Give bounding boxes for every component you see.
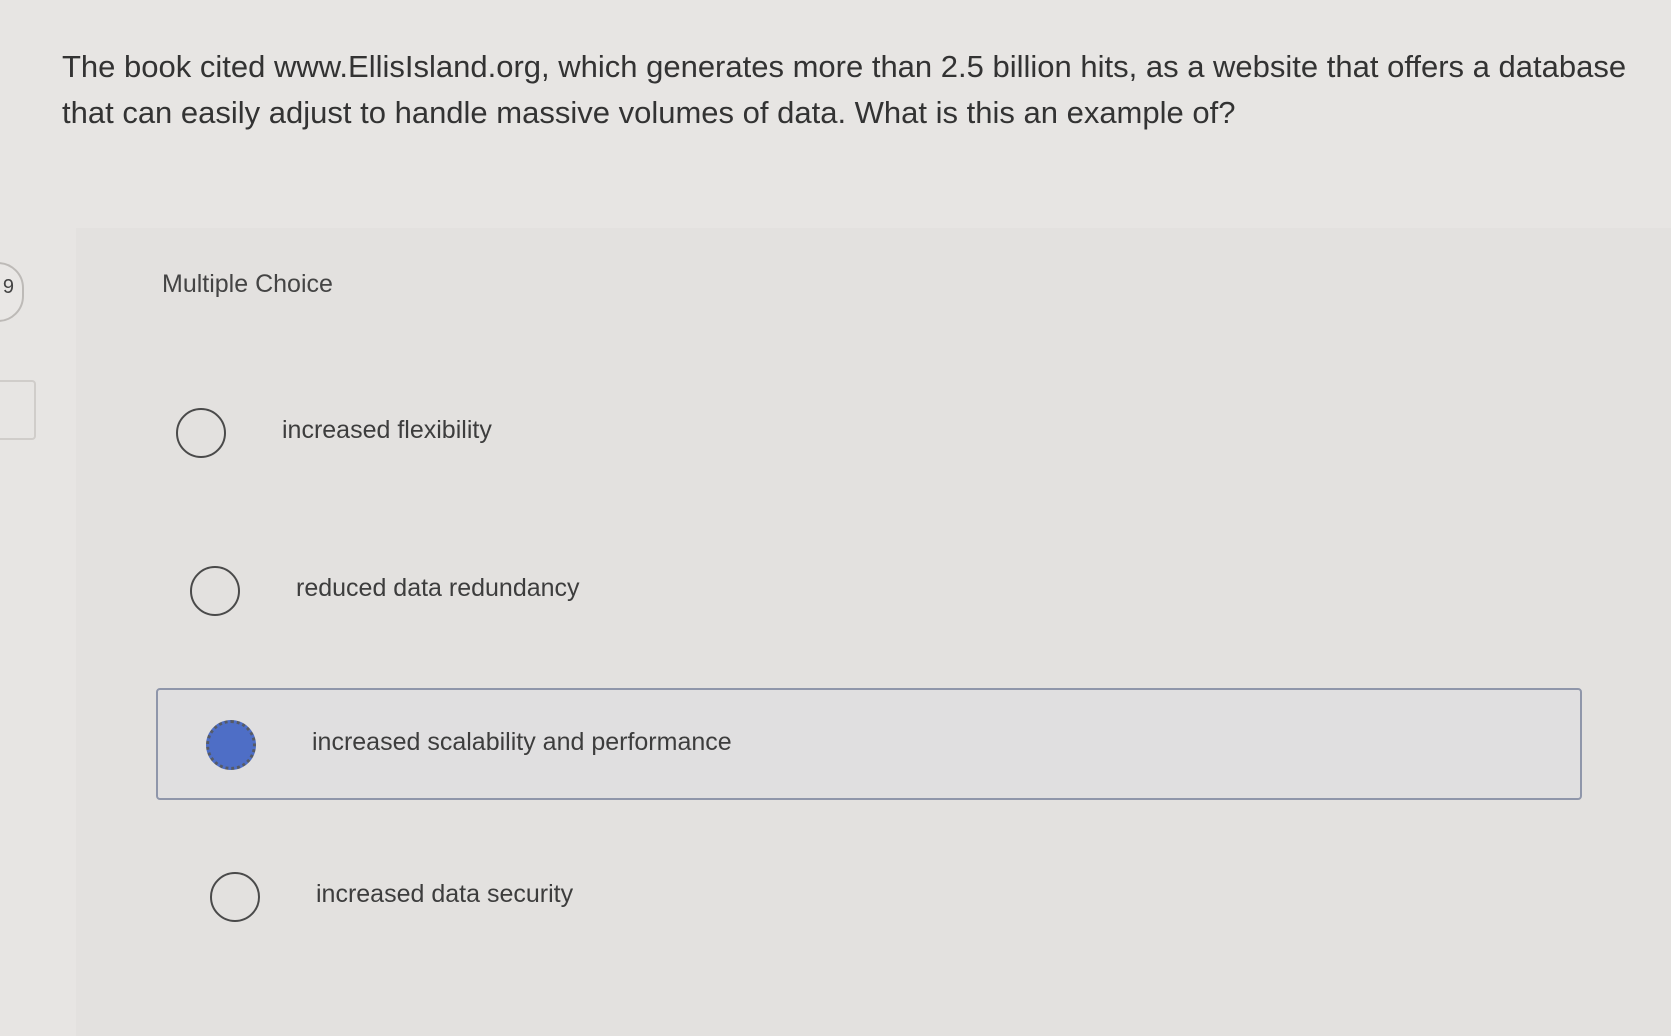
option-label: increased flexibility <box>282 416 492 444</box>
option-reduced-data-redundancy[interactable]: reduced data redundancy <box>142 536 1592 648</box>
radio-button[interactable] <box>210 872 260 922</box>
option-label: increased scalability and performance <box>312 728 732 756</box>
radio-button[interactable] <box>176 408 226 458</box>
question-nav-tab-glyph: 9 <box>2 276 14 298</box>
question-nav-tab[interactable]: 9 <box>0 262 24 322</box>
option-label: increased data security <box>316 880 574 908</box>
option-increased-data-security[interactable]: increased data security <box>162 842 1582 954</box>
option-label: reduced data redundancy <box>296 574 580 602</box>
option-increased-scalability-and-performance[interactable]: increased scalability and performance <box>156 688 1582 800</box>
question-text: The book cited www.EllisIsland.org, whic… <box>62 49 1627 130</box>
question-type-label: Multiple Choice <box>162 270 333 298</box>
side-toolbar-box[interactable] <box>0 380 36 440</box>
answer-panel: Multiple Choice increased flexibility re… <box>76 228 1671 1036</box>
radio-button[interactable] <box>190 566 240 616</box>
radio-button-selected[interactable] <box>206 720 256 770</box>
option-increased-flexibility[interactable]: increased flexibility <box>128 378 1588 490</box>
